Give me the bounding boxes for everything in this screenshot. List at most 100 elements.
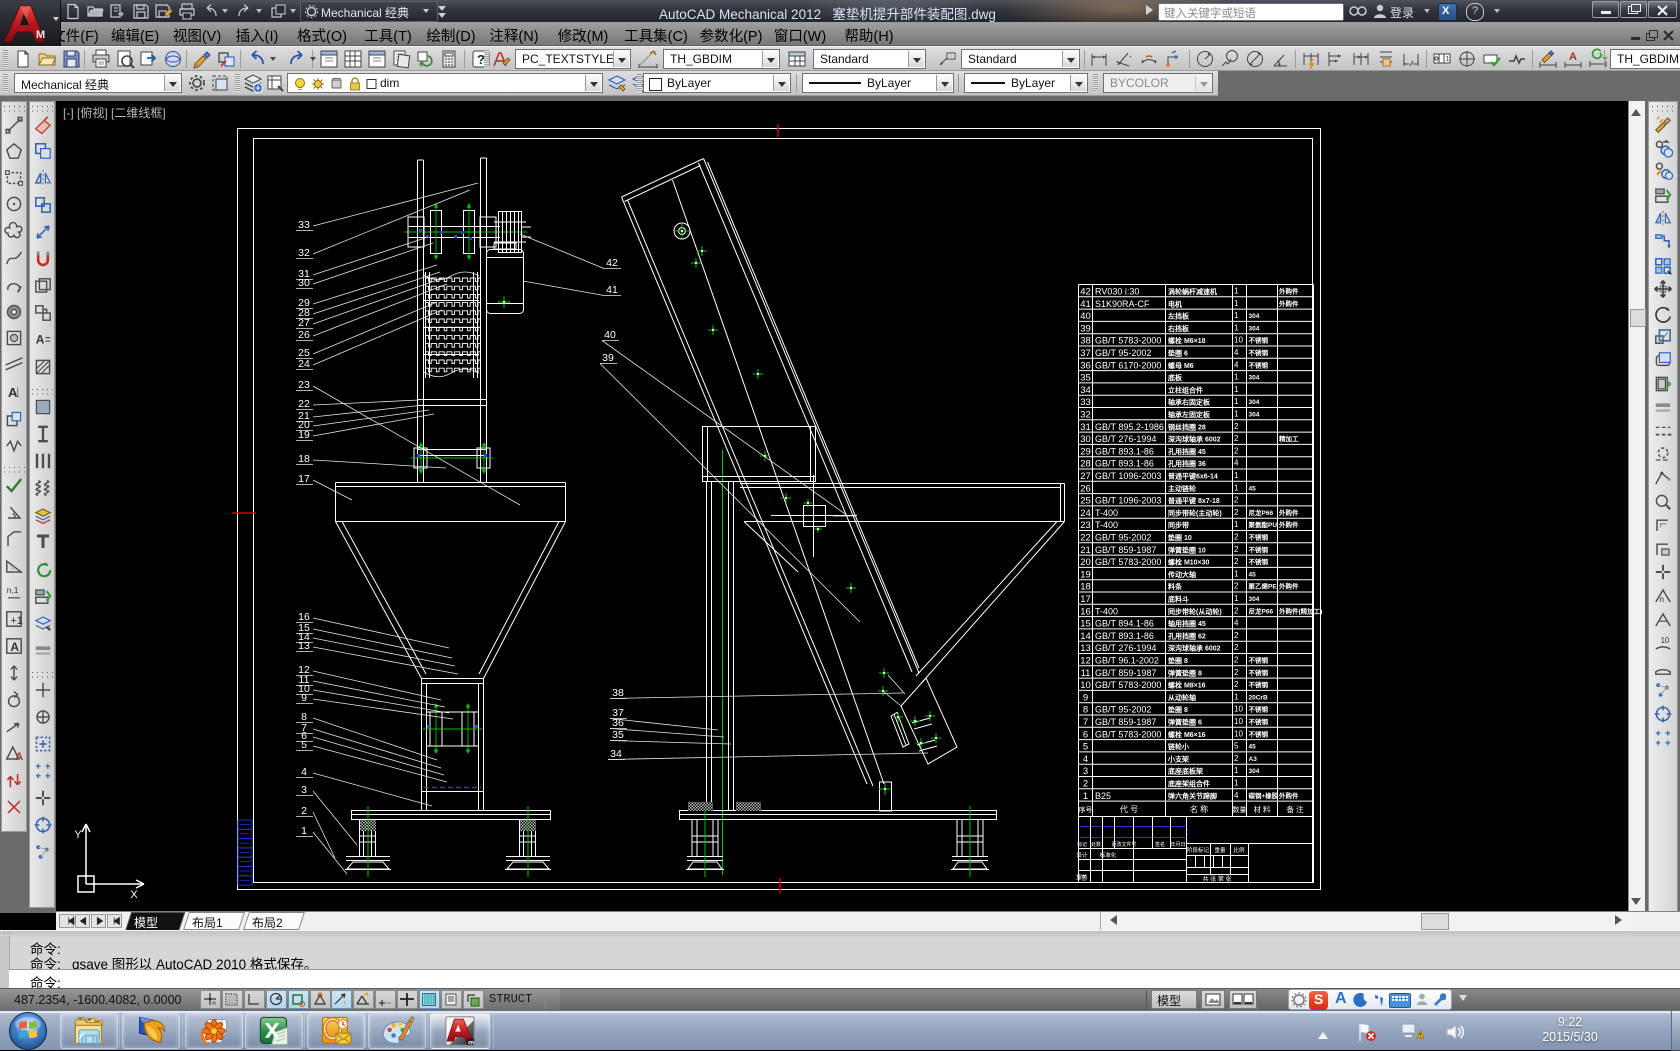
svg-text:RV030 i:30: RV030 i:30 <box>1095 287 1139 297</box>
svg-text:37: 37 <box>1080 348 1091 359</box>
svg-text:GB/T 859-1987: GB/T 859-1987 <box>1095 668 1156 678</box>
svg-text:GB/T 95-2002: GB/T 95-2002 <box>1095 705 1151 715</box>
svg-text:14: 14 <box>1080 631 1091 642</box>
svg-text:从动轮轴: 从动轮轴 <box>1168 693 1196 702</box>
svg-text:孔用挡圈 45: 孔用挡圈 45 <box>1168 447 1206 456</box>
svg-text:左挡板: 左挡板 <box>1167 312 1190 321</box>
svg-text:X: X <box>130 889 138 901</box>
svg-text:23: 23 <box>298 379 310 391</box>
svg-text:外购件: 外购件 <box>1279 508 1299 517</box>
svg-text:孔用挡圈 62: 孔用挡圈 62 <box>1168 631 1206 640</box>
svg-text:1: 1 <box>1234 311 1239 320</box>
svg-text:32: 32 <box>298 247 310 259</box>
svg-text:1: 1 <box>1083 791 1088 802</box>
svg-text:1: 1 <box>1234 779 1239 788</box>
svg-text:23: 23 <box>1080 520 1091 531</box>
svg-text:钢丝挡圈 28: 钢丝挡圈 28 <box>1168 422 1206 431</box>
svg-text:外购件: 外购件 <box>1279 520 1299 529</box>
svg-text:2: 2 <box>1234 422 1239 431</box>
svg-text:聚氨酯PU: 聚氨酯PU <box>1248 520 1278 529</box>
svg-text:不锈钢: 不锈钢 <box>1249 557 1269 566</box>
svg-text:19: 19 <box>298 429 310 441</box>
svg-text:普通平键6x6-14: 普通平键6x6-14 <box>1168 472 1218 481</box>
svg-text:35: 35 <box>612 729 624 741</box>
svg-text:2: 2 <box>1234 643 1239 652</box>
svg-text:GB/T 893.1-86: GB/T 893.1-86 <box>1095 459 1154 469</box>
svg-text:40: 40 <box>604 329 616 341</box>
svg-text:+1: +1 <box>10 615 22 627</box>
svg-text:螺栓 M6×16: 螺栓 M6×16 <box>1168 730 1206 739</box>
svg-text:1: 1 <box>1234 323 1239 332</box>
svg-text:GB/T 5783-2000: GB/T 5783-2000 <box>1095 557 1161 567</box>
svg-text:垫圈 6: 垫圈 6 <box>1168 349 1188 358</box>
svg-text:20: 20 <box>1080 557 1091 568</box>
svg-text:尼龙P66: 尼龙P66 <box>1249 508 1274 517</box>
svg-text:轴承左固定板: 轴承左固定板 <box>1168 410 1211 419</box>
svg-text:T-400: T-400 <box>1095 520 1118 530</box>
svg-text:4: 4 <box>1234 619 1239 628</box>
svg-text:不锈钢: 不锈钢 <box>1249 533 1269 542</box>
svg-text:1: 1 <box>1234 594 1239 603</box>
svg-text:45: 45 <box>1249 744 1257 751</box>
svg-text:备 注: 备 注 <box>1286 804 1304 814</box>
svg-text:2: 2 <box>1083 779 1088 790</box>
svg-text:34: 34 <box>1080 385 1091 396</box>
svg-text:外购件(精加工): 外购件(精加工) <box>1279 606 1322 615</box>
svg-text:9: 9 <box>1083 692 1088 703</box>
svg-text:GB/T 893.1-86: GB/T 893.1-86 <box>1095 446 1154 456</box>
svg-text:重量: 重量 <box>1214 846 1226 854</box>
svg-text:13: 13 <box>298 640 310 652</box>
svg-text:1: 1 <box>1234 569 1239 578</box>
svg-text:2: 2 <box>1234 446 1239 455</box>
svg-text:36: 36 <box>612 717 624 729</box>
svg-text:GB/T 859-1987: GB/T 859-1987 <box>1095 717 1156 727</box>
svg-text:304: 304 <box>1249 313 1260 320</box>
svg-text:21: 21 <box>1080 545 1091 556</box>
svg-text:34: 34 <box>610 748 622 760</box>
svg-text:GB/T 895.2-1986: GB/T 895.2-1986 <box>1095 422 1164 432</box>
svg-text:标记: 标记 <box>1077 841 1087 848</box>
svg-text:40: 40 <box>1080 311 1091 322</box>
svg-text:A: A <box>1569 51 1577 63</box>
svg-text:轴用挡圈 45: 轴用挡圈 45 <box>1168 619 1206 628</box>
svg-text:小支架: 小支架 <box>1167 754 1189 763</box>
svg-text:24: 24 <box>298 358 310 370</box>
svg-text:41: 41 <box>1080 299 1091 310</box>
svg-text:外购件: 外购件 <box>1279 299 1299 308</box>
svg-text:GB/T 893.1-86: GB/T 893.1-86 <box>1095 631 1154 641</box>
svg-text:32: 32 <box>1080 410 1091 421</box>
svg-text:A: A <box>15 752 23 764</box>
svg-text:2: 2 <box>1234 545 1239 554</box>
svg-text:9: 9 <box>301 692 307 704</box>
svg-text:41: 41 <box>606 284 618 296</box>
svg-text:25: 25 <box>1080 496 1091 507</box>
svg-text:8: 8 <box>1083 705 1088 716</box>
svg-text:弹簧垫圈 10: 弹簧垫圈 10 <box>1168 545 1206 554</box>
svg-text:电机: 电机 <box>1168 299 1182 308</box>
svg-text:GB/T 859-1987: GB/T 859-1987 <box>1095 545 1156 555</box>
svg-text:GB/T 6170-2000: GB/T 6170-2000 <box>1095 360 1161 370</box>
svg-text:不锈钢: 不锈钢 <box>1249 680 1269 689</box>
svg-text:2: 2 <box>1234 434 1239 443</box>
svg-text:29: 29 <box>1080 446 1091 457</box>
svg-text:10: 10 <box>1234 705 1243 714</box>
svg-text:26: 26 <box>298 329 310 341</box>
svg-text:弹六角关节蹄脚: 弹六角关节蹄脚 <box>1168 791 1217 800</box>
svg-text:Y: Y <box>74 829 82 841</box>
svg-text:1: 1 <box>1234 692 1239 701</box>
svg-text:1: 1 <box>1234 287 1239 296</box>
svg-text:A3: A3 <box>1249 756 1258 763</box>
svg-text:35: 35 <box>1080 373 1091 384</box>
svg-text:GB/T 1096-2003: GB/T 1096-2003 <box>1095 471 1161 481</box>
svg-text:39: 39 <box>1080 323 1091 334</box>
svg-text:1: 1 <box>1234 299 1239 308</box>
svg-text:GB/T 5783-2000: GB/T 5783-2000 <box>1095 680 1161 690</box>
svg-text:垫圈 8: 垫圈 8 <box>1168 656 1188 665</box>
svg-text:年月日: 年月日 <box>1170 841 1185 848</box>
svg-text:底座架组合件: 底座架组合件 <box>1168 779 1210 788</box>
svg-text:38: 38 <box>1080 336 1091 347</box>
svg-text:T-400: T-400 <box>1095 508 1118 518</box>
svg-text:底料斗: 底料斗 <box>1168 595 1189 604</box>
svg-text:7: 7 <box>1083 717 1088 728</box>
svg-text:1: 1 <box>1234 385 1239 394</box>
